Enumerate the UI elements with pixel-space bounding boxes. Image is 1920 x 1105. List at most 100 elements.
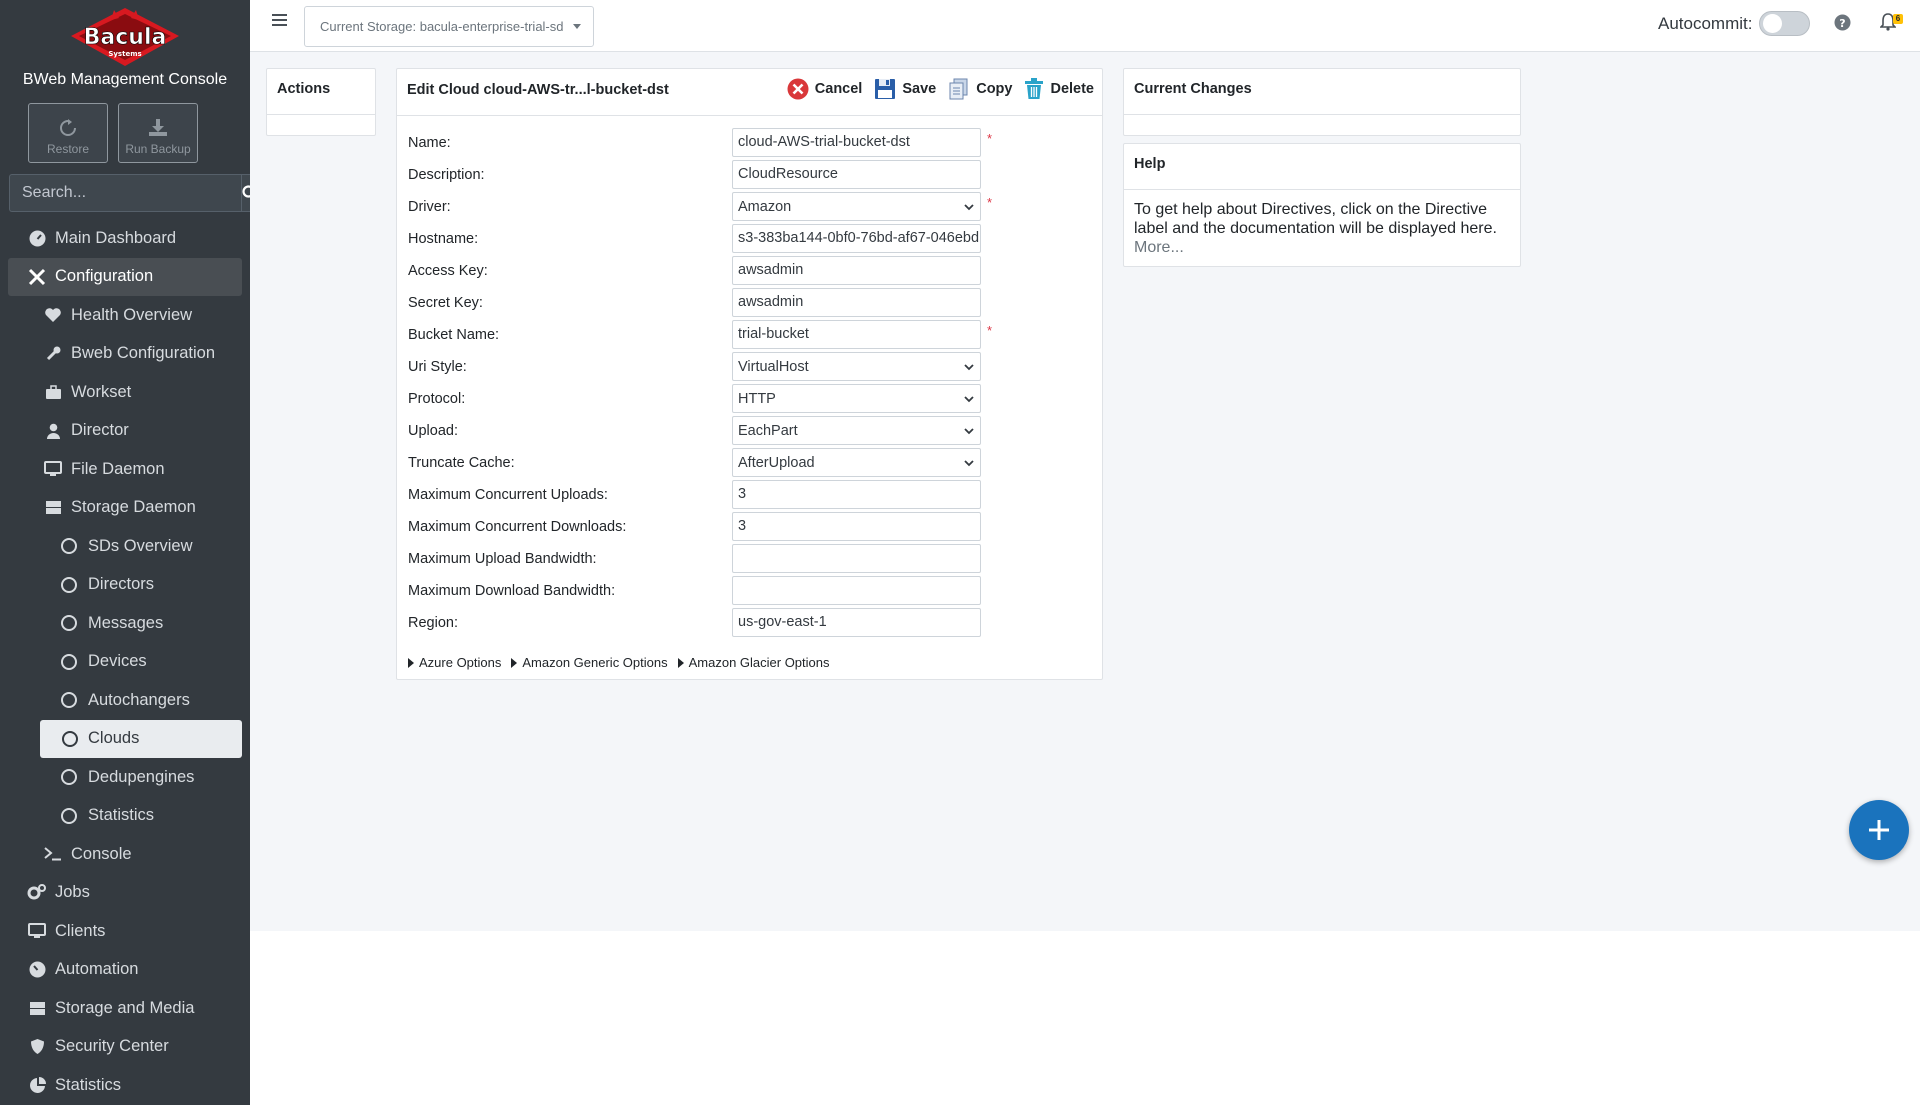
- sidebar-item-statistics-sub[interactable]: Statistics: [8, 797, 242, 836]
- bacula-logo[interactable]: Bacula Systems: [67, 6, 183, 70]
- sidebar-item-autochangers[interactable]: Autochangers: [8, 681, 242, 720]
- sidebar-item-workset[interactable]: Workset: [8, 373, 242, 412]
- hostname-label[interactable]: Hostname:: [408, 231, 478, 247]
- sidebar-item-jobs[interactable]: Jobs: [8, 874, 242, 913]
- azure-options-toggle[interactable]: Azure Options: [408, 655, 501, 670]
- wrench-icon: [43, 344, 63, 364]
- sidebar-item-statistics[interactable]: Statistics: [8, 1066, 242, 1105]
- sidebar-item-bweb-configuration[interactable]: Bweb Configuration: [8, 335, 242, 374]
- truncate-cache-select[interactable]: AfterUpload: [732, 448, 981, 477]
- driver-value: Amazon: [738, 198, 792, 215]
- current-storage-dropdown[interactable]: Current Storage: bacula-enterprise-trial…: [304, 6, 594, 47]
- max-concurrent-downloads-input[interactable]: 3: [732, 512, 981, 541]
- protocol-select[interactable]: HTTP: [732, 384, 981, 413]
- uri-style-label[interactable]: Uri Style:: [408, 359, 467, 375]
- amazon-generic-options-toggle[interactable]: Amazon Generic Options: [511, 655, 668, 670]
- sidebar-item-storage-daemon[interactable]: Storage Daemon: [8, 489, 242, 528]
- description-input[interactable]: CloudResource: [732, 160, 981, 189]
- menu-toggle-button[interactable]: [272, 13, 287, 31]
- help-body: To get help about Directives, click on t…: [1124, 190, 1520, 267]
- sidebar-item-label: Storage and Media: [55, 998, 195, 1017]
- bucket-name-input[interactable]: trial-bucket: [732, 320, 981, 349]
- chevron-down-icon: [964, 203, 974, 210]
- current-changes-card: Current Changes: [1123, 68, 1521, 136]
- circle-icon: [60, 729, 80, 749]
- max-concurrent-uploads-input[interactable]: 3: [732, 480, 981, 509]
- protocol-label[interactable]: Protocol:: [408, 391, 465, 407]
- save-button[interactable]: Save: [874, 78, 936, 100]
- sidebar-item-directors[interactable]: Directors: [8, 566, 242, 605]
- sidebar-nav: Main Dashboard Configuration Health Over…: [0, 219, 250, 1105]
- sidebar-item-label: Security Center: [55, 1037, 169, 1056]
- delete-button[interactable]: Delete: [1024, 78, 1094, 100]
- description-label[interactable]: Description:: [408, 167, 485, 183]
- max-concurrent-downloads-label[interactable]: Maximum Concurrent Downloads:: [408, 519, 626, 535]
- driver-label[interactable]: Driver:: [408, 199, 451, 215]
- desktop-icon: [27, 921, 47, 941]
- name-label[interactable]: Name:: [408, 135, 451, 151]
- sidebar-item-devices[interactable]: Devices: [8, 643, 242, 682]
- sidebar-item-main-dashboard[interactable]: Main Dashboard: [8, 219, 242, 258]
- access-key-label[interactable]: Access Key:: [408, 263, 488, 279]
- region-label[interactable]: Region:: [408, 615, 458, 631]
- brand: Bacula Systems BWeb Management Console: [0, 0, 250, 98]
- sidebar-item-dedupengines[interactable]: Dedupengines: [8, 758, 242, 797]
- trash-icon: [1025, 78, 1044, 99]
- secret-key-input[interactable]: awsadmin: [732, 288, 981, 317]
- sidebar-item-clients[interactable]: Clients: [8, 912, 242, 951]
- autocommit-label: Autocommit:: [1658, 14, 1753, 33]
- actions-title: Actions: [267, 69, 375, 115]
- sidebar-item-configuration[interactable]: Configuration: [8, 257, 242, 296]
- chevron-down-icon: [964, 363, 974, 370]
- sidebar-item-clouds[interactable]: Clouds: [40, 719, 242, 758]
- required-marker: *: [987, 131, 993, 146]
- copy-button[interactable]: Copy: [948, 78, 1012, 100]
- max-upload-bandwidth-label[interactable]: Maximum Upload Bandwidth:: [408, 551, 597, 567]
- sidebar-item-security-center[interactable]: Security Center: [8, 1028, 242, 1067]
- cancel-label: Cancel: [814, 81, 863, 97]
- name-input[interactable]: cloud-AWS-trial-bucket-dst: [732, 128, 981, 157]
- restore-button[interactable]: Restore: [28, 103, 108, 163]
- sidebar-item-health-overview[interactable]: Health Overview: [8, 296, 242, 335]
- max-download-bandwidth-input[interactable]: [732, 576, 981, 605]
- hostname-input[interactable]: s3-383ba144-0bf0-76bd-af67-046ebd: [732, 224, 981, 253]
- form-row-secret-key: Secret Key: awsadmin: [408, 288, 1088, 320]
- chevron-down-icon: [964, 395, 974, 402]
- max-download-bandwidth-label[interactable]: Maximum Download Bandwidth:: [408, 583, 615, 599]
- secret-key-label[interactable]: Secret Key:: [408, 295, 483, 311]
- sidebar-item-storage-and-media[interactable]: Storage and Media: [8, 989, 242, 1028]
- sidebar-item-label: Clouds: [88, 729, 140, 748]
- help-more-link[interactable]: More...: [1134, 238, 1510, 257]
- search-input[interactable]: [9, 174, 241, 212]
- upload-value: EachPart: [738, 422, 798, 439]
- help-button[interactable]: ?: [1834, 14, 1851, 35]
- sidebar-item-sds-overview[interactable]: SDs Overview: [8, 527, 242, 566]
- sidebar-item-messages[interactable]: Messages: [8, 604, 242, 643]
- user-tie-icon: [43, 421, 63, 441]
- add-floating-button[interactable]: [1849, 800, 1909, 860]
- sidebar-item-label: Statistics: [55, 1075, 122, 1094]
- autocommit-toggle[interactable]: [1759, 11, 1810, 36]
- form-row-hostname: Hostname: s3-383ba144-0bf0-76bd-af67-046…: [408, 224, 1088, 256]
- sidebar-item-file-daemon[interactable]: File Daemon: [8, 450, 242, 489]
- dashboard-icon: [27, 228, 47, 248]
- uri-style-select[interactable]: VirtualHost: [732, 352, 981, 381]
- sidebar-item-console[interactable]: Console: [8, 835, 242, 874]
- cancel-button[interactable]: Cancel: [787, 78, 863, 100]
- bucket-name-label[interactable]: Bucket Name:: [408, 327, 499, 343]
- upload-label[interactable]: Upload:: [408, 423, 458, 439]
- caret-down-icon: [572, 24, 581, 29]
- access-key-input[interactable]: awsadmin: [732, 256, 981, 285]
- sidebar-item-automation[interactable]: Automation: [8, 951, 242, 990]
- max-upload-bandwidth-input[interactable]: [732, 544, 981, 573]
- amazon-glacier-options-toggle[interactable]: Amazon Glacier Options: [677, 655, 830, 670]
- upload-select[interactable]: EachPart: [732, 416, 981, 445]
- max-concurrent-uploads-label[interactable]: Maximum Concurrent Uploads:: [408, 487, 608, 503]
- truncate-cache-label[interactable]: Truncate Cache:: [408, 455, 515, 471]
- run-backup-button[interactable]: Run Backup: [118, 103, 198, 163]
- cancel-icon: [787, 78, 809, 100]
- tools-icon: [27, 267, 47, 287]
- sidebar-item-director[interactable]: Director: [8, 412, 242, 451]
- driver-select[interactable]: Amazon: [732, 192, 981, 221]
- region-input[interactable]: us-gov-east-1: [732, 608, 981, 637]
